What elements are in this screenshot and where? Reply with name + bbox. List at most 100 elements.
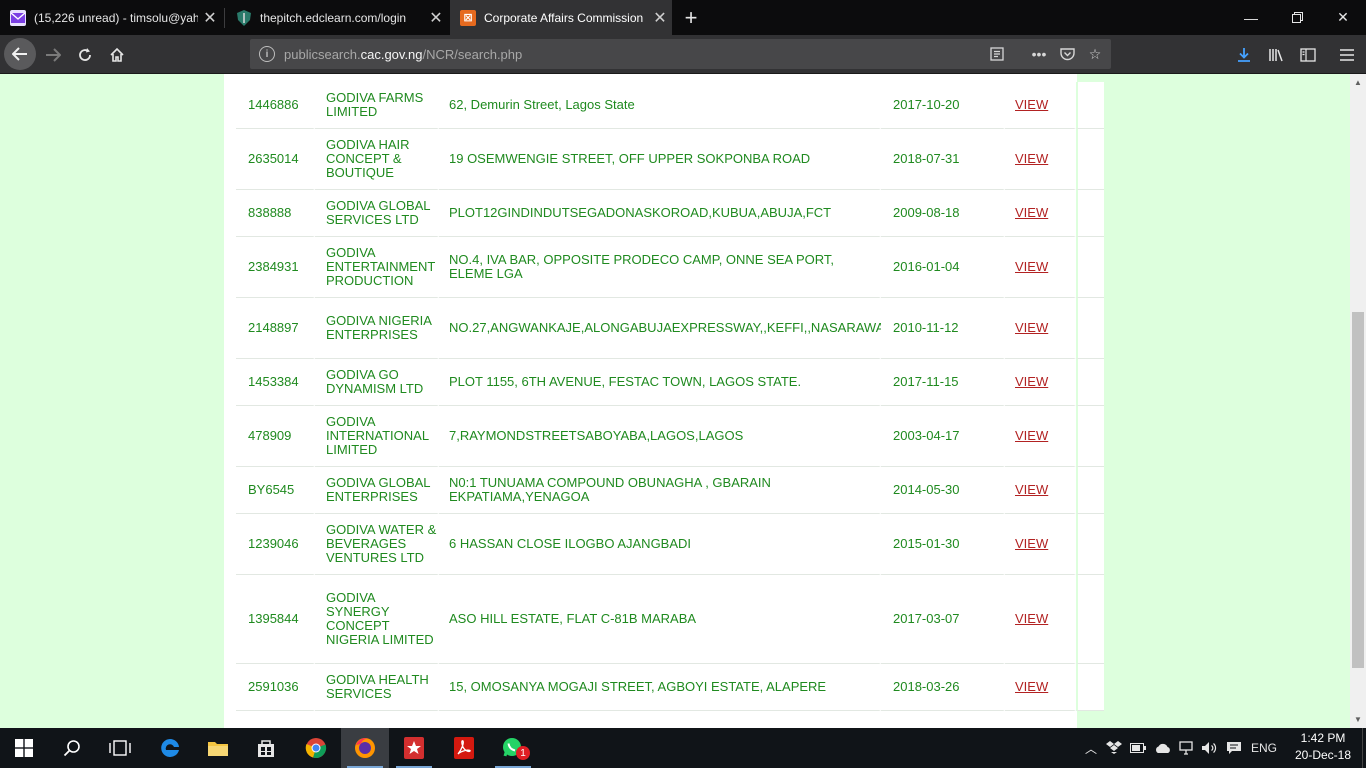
close-icon[interactable]: ✕ — [424, 8, 448, 28]
registration-date: 2017-11-15 — [881, 359, 1005, 406]
library-icon[interactable] — [1261, 40, 1291, 70]
close-window-button[interactable]: ✕ — [1320, 0, 1366, 35]
view-cell: VIEW — [1005, 575, 1076, 664]
edge-icon[interactable] — [146, 728, 194, 768]
file-explorer-icon[interactable] — [194, 728, 242, 768]
registration-number: 2148897 — [236, 298, 315, 359]
registration-number: 2635014 — [236, 129, 315, 190]
tab-yahoo-mail[interactable]: (15,226 unread) - timsolu@yah ✕ — [0, 0, 222, 35]
close-icon[interactable]: ✕ — [648, 8, 672, 28]
acrobat-icon[interactable] — [440, 728, 488, 768]
minimize-button[interactable]: — — [1228, 0, 1274, 35]
clock-time: 1:42 PM — [1300, 731, 1346, 745]
registration-date: 2014-05-30 — [881, 467, 1005, 514]
registration-date: 2017-10-20 — [881, 82, 1005, 129]
view-link[interactable]: VIEW — [1015, 483, 1048, 497]
company-name: GODIVA GO DYNAMISM LTD — [315, 359, 439, 406]
page-content: 1446886 GODIVA FARMS LIMITED 62, Demurin S… — [0, 74, 1350, 728]
menu-icon[interactable] — [1332, 40, 1362, 70]
registration-number: 2591036 — [236, 664, 315, 711]
clock[interactable]: 1:42 PM 20-Dec-18 — [1290, 730, 1356, 764]
view-link[interactable]: VIEW — [1015, 612, 1048, 626]
table-row: 478909 GODIVA INTERNATIONAL LIMITED 7,RAYM… — [236, 406, 1104, 467]
firefox-icon[interactable] — [341, 728, 389, 768]
whatsapp-icon[interactable]: 1 — [489, 728, 537, 768]
view-link[interactable]: VIEW — [1015, 152, 1048, 166]
registration-date: 2016-01-04 — [881, 237, 1005, 298]
view-cell: VIEW — [1005, 406, 1076, 467]
battery-icon[interactable] — [1128, 728, 1148, 768]
chevron-up-icon[interactable]: ︿ — [1082, 728, 1100, 768]
volume-icon[interactable] — [1199, 728, 1219, 768]
scroll-up-icon[interactable]: ▲ — [1350, 74, 1366, 91]
show-desktop-button[interactable] — [1358, 728, 1366, 768]
view-cell: VIEW — [1005, 664, 1076, 711]
tab-corporate-affairs[interactable]: ⊠ Corporate Affairs Commission ✕ — [450, 0, 672, 35]
view-link[interactable]: VIEW — [1015, 680, 1048, 694]
home-icon[interactable] — [102, 40, 132, 70]
dropbox-icon[interactable] — [1104, 728, 1124, 768]
restore-button[interactable] — [1274, 0, 1320, 35]
view-cell: VIEW — [1005, 237, 1076, 298]
vertical-scrollbar[interactable]: ▲ ▼ — [1350, 74, 1366, 728]
row-spacer — [1076, 359, 1104, 406]
back-button[interactable] — [4, 38, 36, 70]
company-address: NO.27,ANGWANKAJE,ALONGABUJAEXPRESSWAY,,K… — [439, 298, 888, 359]
task-view-icon[interactable] — [96, 728, 144, 768]
start-button[interactable] — [0, 728, 48, 768]
registration-date: 2010-11-12 — [881, 298, 1005, 359]
bookmark-star-icon[interactable]: ☆ — [1081, 40, 1109, 68]
language-indicator[interactable]: ENG — [1248, 728, 1280, 768]
chrome-icon[interactable] — [292, 728, 340, 768]
view-link[interactable]: VIEW — [1015, 321, 1048, 335]
url-text[interactable]: publicsearch.cac.gov.ng/NCR/search.php — [284, 47, 983, 62]
table-row: 838888 GODIVA GLOBAL SERVICES LTD PLOT12GI… — [236, 190, 1104, 237]
forward-button[interactable] — [38, 40, 68, 70]
company-name: GODIVA SYNERGY CONCEPT NIGERIA LIMITED — [315, 575, 439, 664]
registration-date: 2018-03-26 — [881, 664, 1005, 711]
search-icon[interactable] — [48, 728, 96, 768]
navigation-toolbar: i publicsearch.cac.gov.ng/NCR/search.php… — [0, 35, 1366, 74]
url-bar[interactable]: i publicsearch.cac.gov.ng/NCR/search.php… — [250, 39, 1111, 69]
reload-icon[interactable] — [70, 40, 100, 70]
view-link[interactable]: VIEW — [1015, 537, 1048, 551]
close-icon[interactable]: ✕ — [198, 8, 222, 28]
row-spacer — [1076, 406, 1104, 467]
info-icon[interactable]: i — [259, 46, 275, 62]
page-actions-icon[interactable]: ••• — [1025, 40, 1053, 68]
row-spacer — [1076, 514, 1104, 575]
tab-title: thepitch.edclearn.com/login — [260, 10, 407, 25]
onedrive-icon[interactable] — [1152, 728, 1174, 768]
row-spacer — [1076, 575, 1104, 664]
store-icon[interactable] — [242, 728, 290, 768]
registration-number: 1239046 — [236, 514, 315, 575]
view-link[interactable]: VIEW — [1015, 98, 1048, 112]
table-row: 2635014 GODIVA HAIR CONCEPT & BOUTIQUE 19 … — [236, 129, 1104, 190]
tab-edclearn[interactable]: thepitch.edclearn.com/login ✕ — [226, 0, 448, 35]
view-link[interactable]: VIEW — [1015, 429, 1048, 443]
sidebar-icon[interactable] — [1293, 40, 1323, 70]
company-address: 6 HASSAN CLOSE ILOGBO AJANGBADI — [439, 514, 881, 575]
pocket-icon[interactable] — [1053, 40, 1081, 68]
company-address: N0:1 TUNUAMA COMPOUND OBUNAGHA , GBARAIN… — [439, 467, 881, 514]
reader-view-icon[interactable] — [983, 40, 1011, 68]
wps-office-icon[interactable] — [390, 728, 438, 768]
table-row: 2384931 GODIVA ENTERTAINMENT PRODUCTION NO… — [236, 237, 1104, 298]
scroll-down-icon[interactable]: ▼ — [1350, 711, 1366, 728]
company-name: GODIVA HEALTH SERVICES — [315, 664, 439, 711]
view-link[interactable]: VIEW — [1015, 375, 1048, 389]
new-tab-button[interactable]: + — [676, 0, 706, 35]
shield-icon — [236, 9, 252, 26]
registration-number: 1453384 — [236, 359, 315, 406]
scrollbar-thumb[interactable] — [1352, 312, 1364, 668]
view-cell: VIEW — [1005, 129, 1076, 190]
table-row: 2591036 GODIVA HEALTH SERVICES 15, OMOSANY… — [236, 664, 1104, 711]
downloads-icon[interactable] — [1229, 40, 1259, 70]
company-address: 7,RAYMONDSTREETSABOYABA,LAGOS,LAGOS — [439, 406, 881, 467]
message-icon[interactable] — [1223, 728, 1245, 768]
network-icon[interactable] — [1177, 728, 1197, 768]
company-name: GODIVA GLOBAL ENTERPRISES — [315, 467, 439, 514]
view-link[interactable]: VIEW — [1015, 260, 1048, 274]
row-spacer — [1076, 82, 1104, 129]
view-link[interactable]: VIEW — [1015, 206, 1048, 220]
